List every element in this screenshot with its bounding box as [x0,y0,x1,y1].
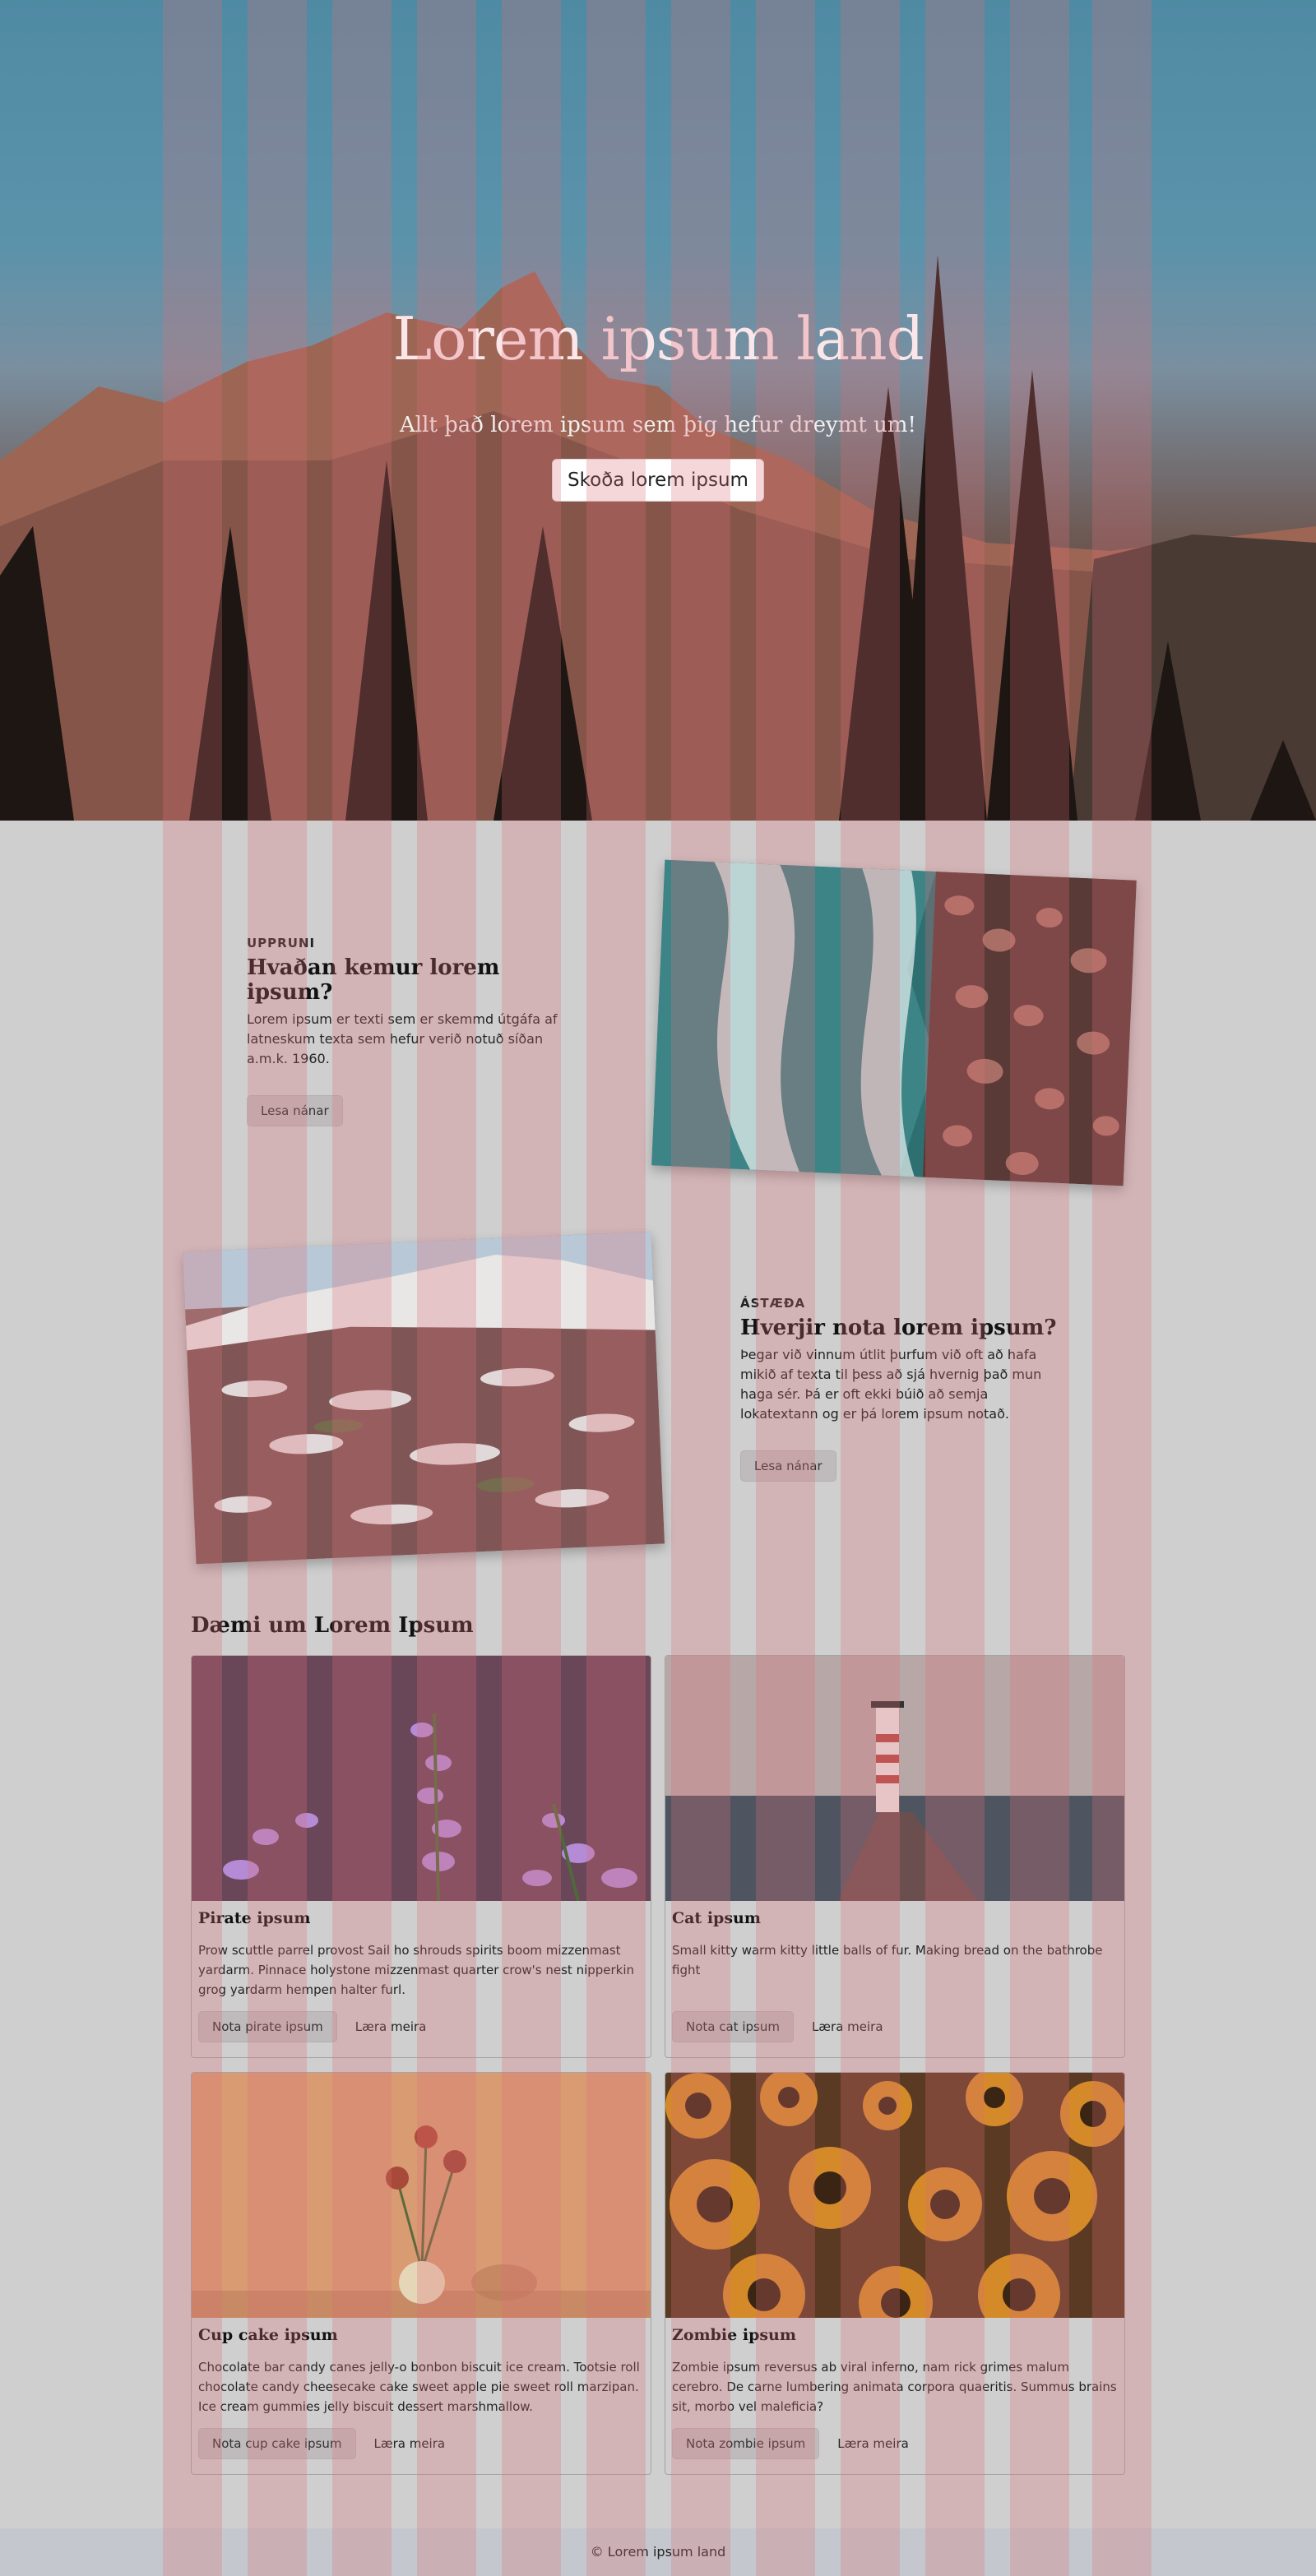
card-pirate-title: Pirate ipsum [198,1909,311,1927]
card-cupcake-text: Chocolate bar candy canes jelly-o bonbon… [198,2360,640,2414]
card-cupcake-learn-more-link[interactable]: Læra meira [374,2436,446,2451]
card-cupcake-title: Cup cake ipsum [198,2326,338,2344]
card-pirate-use-button[interactable]: Nota pirate ipsum [198,2011,337,2042]
feature-origin: UPPRUNI Hvaðan kemur lorem ipsum? Lorem … [247,936,559,1126]
feature-origin-read-more-button[interactable]: Lesa nánar [247,1095,343,1126]
hero-cta-button[interactable]: Skoða lorem ipsum [552,459,764,502]
card-cat-text: Small kitty warm kitty little balls of f… [672,1943,1103,1977]
feature-origin-title: Hvaðan kemur lorem ipsum? [247,955,500,1005]
card-zombie-text: Zombie ipsum reversus ab viral inferno, … [672,2360,1117,2414]
hero-title: Lorem ipsum land [392,304,924,373]
hero-content: Lorem ipsum land Allt það lorem ipsum se… [0,304,1316,502]
feature-reason-read-more-button[interactable]: Lesa nánar [740,1450,836,1482]
card-cupcake-image [192,2073,651,2318]
hero-subtitle: Allt það lorem ipsum sem þig hefur dreym… [400,413,916,437]
card-cat: Cat ipsum Small kitty warm kitty little … [665,1655,1125,2058]
card-zombie: Zombie ipsum Zombie ipsum reversus ab vi… [665,2072,1125,2475]
card-cupcake-use-button[interactable]: Nota cup cake ipsum [198,2428,356,2459]
feature-reason: ÁSTÆÐA Hverjir nota lorem ipsum? Þegar v… [740,1296,1069,1482]
card-zombie-use-button[interactable]: Nota zombie ipsum [672,2428,820,2459]
feature-reason-title: Hverjir nota lorem ipsum? [740,1316,1057,1340]
card-pirate: Pirate ipsum Prow scuttle parrel provost… [191,1655,651,2058]
card-cupcake: Cup cake ipsum Chocolate bar candy canes… [191,2072,651,2475]
feature-origin-image [651,859,1137,1186]
card-pirate-text: Prow scuttle parrel provost Sail ho shro… [198,1943,635,1997]
feature-reason-eyebrow: ÁSTÆÐA [740,1296,806,1311]
card-cat-image [665,1656,1124,1901]
card-pirate-learn-more-link[interactable]: Læra meira [355,2019,427,2034]
card-zombie-image [665,2073,1124,2318]
feature-reason-body: Þegar við vinnum útlit þurfum við oft að… [740,1347,1042,1422]
card-cat-title: Cat ipsum [672,1909,761,1927]
card-zombie-title: Zombie ipsum [672,2326,796,2344]
feature-reason-image [182,1231,665,1565]
examples-title: Dæmi um Lorem Ipsum [191,1613,474,1638]
card-pirate-image [192,1656,651,1901]
feature-origin-eyebrow: UPPRUNI [247,936,316,950]
card-cat-learn-more-link[interactable]: Læra meira [812,2019,883,2034]
feature-origin-body: Lorem ipsum er texti sem er skemmd útgáf… [247,1011,558,1066]
footer: © Lorem ipsum land [0,2528,1316,2576]
footer-copyright: © Lorem ipsum land [590,2544,726,2560]
card-cat-use-button[interactable]: Nota cat ipsum [672,2011,794,2042]
hero-section: Lorem ipsum land Allt það lorem ipsum se… [0,0,1316,821]
card-zombie-learn-more-link[interactable]: Læra meira [837,2436,909,2451]
